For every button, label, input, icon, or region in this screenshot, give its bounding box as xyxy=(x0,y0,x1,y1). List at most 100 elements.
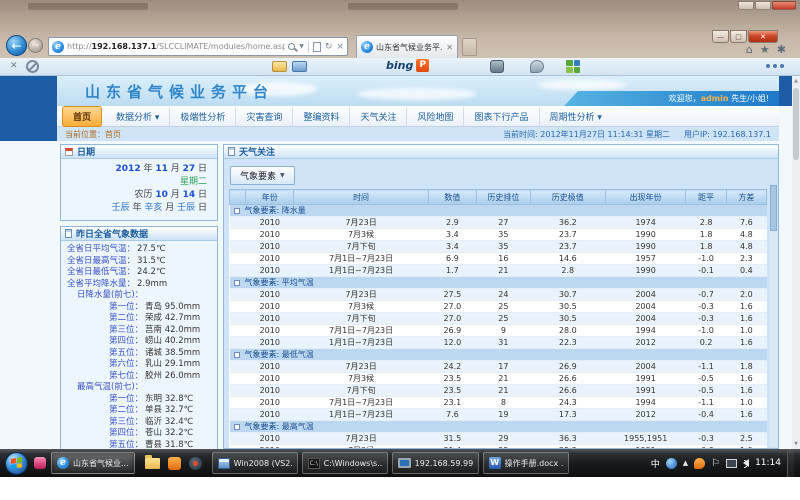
table-cell: 2.8 xyxy=(686,217,726,229)
pinned-app-icon[interactable] xyxy=(168,457,181,470)
tray-app-icon[interactable] xyxy=(666,458,677,469)
table-cell: -1.1 xyxy=(686,397,726,409)
scroll-up-icon[interactable]: ▲ xyxy=(792,76,800,86)
table-cell: 2.5 xyxy=(726,433,766,445)
table-cell: 23.5 xyxy=(428,385,476,397)
nav-item-weather-watch[interactable]: 天气关注 xyxy=(350,107,407,126)
more-actions-icon[interactable] xyxy=(766,64,770,68)
compatibility-view-icon[interactable] xyxy=(313,42,321,52)
browser-back-button[interactable]: ← xyxy=(6,35,27,56)
expand-checkbox[interactable] xyxy=(234,208,240,214)
hidden-icons-chevron[interactable]: ▲ xyxy=(683,459,688,467)
table-cell: 7月23日 xyxy=(294,289,428,301)
nav-item-periodic-analysis[interactable]: 周期性分析 ▾ xyxy=(540,107,612,126)
scroll-down-icon[interactable]: ▼ xyxy=(792,439,800,449)
show-desktop-button[interactable] xyxy=(787,449,794,477)
assistant-icon[interactable] xyxy=(530,60,544,73)
taskbar-task-button[interactable]: C:\C:\Windows\s... xyxy=(302,452,388,474)
table-cell: 24 xyxy=(477,289,531,301)
expand-checkbox[interactable] xyxy=(234,424,240,430)
maximize-icon[interactable] xyxy=(755,1,771,10)
ime-indicator[interactable]: 中 xyxy=(651,457,660,470)
word-icon: W xyxy=(489,457,501,469)
table-scrollbar[interactable] xyxy=(770,185,777,447)
favorites-star-icon[interactable]: ★ xyxy=(760,43,770,56)
weather-panel-header: 昨日全省气象数据 xyxy=(61,227,217,241)
address-bar[interactable]: e http://192.168.137.1/SLCCLIMATE/module… xyxy=(48,37,348,56)
table-cell: 16 xyxy=(477,253,531,265)
table-row: 20107月下旬27.02530.52004-0.31.6 xyxy=(230,313,767,325)
taskbar-task-button[interactable]: Win2008 (VS2... xyxy=(212,452,298,474)
table-cell: 2004 xyxy=(605,361,686,373)
nav-item-data-analysis[interactable]: 数据分析 ▾ xyxy=(106,107,170,126)
element-dropdown-button[interactable]: 气象要素▼ xyxy=(230,166,295,185)
table-group-row[interactable]: 气象要素: 平均气温 xyxy=(230,277,767,289)
maximize-icon[interactable]: ▢ xyxy=(730,30,747,43)
table-cell: -0.4 xyxy=(686,409,726,421)
browser-tab[interactable]: e 山东省气候业务平... ✕ xyxy=(356,35,458,58)
scrollbar-thumb[interactable] xyxy=(793,88,799,160)
browser-scrollbar[interactable]: ▲ ▼ xyxy=(792,76,800,449)
taskbar-ie-button[interactable]: e 山东省气候业... xyxy=(51,452,135,474)
expand-checkbox[interactable] xyxy=(234,352,240,358)
table-group-row[interactable]: 气象要素: 最低气温 xyxy=(230,349,767,361)
addons-icon[interactable] xyxy=(566,60,580,73)
url-text[interactable]: http://192.168.137.1/SLCCLIMATE/modules/… xyxy=(67,42,285,51)
camera-icon[interactable] xyxy=(490,60,504,73)
nav-item-home[interactable]: 首页 xyxy=(62,106,102,127)
home-icon[interactable]: ⌂ xyxy=(746,43,753,56)
refresh-icon[interactable]: ↻ xyxy=(325,42,333,52)
tray-app-icon[interactable] xyxy=(694,458,705,469)
blocked-content-icon[interactable] xyxy=(26,60,39,73)
minimize-icon[interactable]: — xyxy=(712,30,729,43)
action-center-flag-icon[interactable]: ⚐ xyxy=(711,458,720,469)
network-icon[interactable] xyxy=(726,459,737,468)
table-cell: -0.7 xyxy=(686,289,726,301)
terminal-icon: C:\ xyxy=(308,458,320,469)
expand-checkbox[interactable] xyxy=(234,280,240,286)
new-tab-button[interactable] xyxy=(462,38,477,56)
table-group-row[interactable]: 气象要素: 降水量 xyxy=(230,205,767,217)
browser-window-controls[interactable]: — ▢ ✕ xyxy=(712,30,778,43)
browser-forward-button[interactable]: → xyxy=(28,38,43,53)
stat-label: 全省日最高气温： xyxy=(67,256,135,268)
taskbar-clock[interactable]: 11:14 xyxy=(755,458,781,468)
table-cell: 1955,1951 xyxy=(605,433,686,445)
calendar-line: 壬辰 年 辛亥 月 壬辰 日 xyxy=(65,202,207,215)
scrollbar-thumb[interactable] xyxy=(770,185,777,231)
table-cell: 23.1 xyxy=(428,397,476,409)
table-cell: 29 xyxy=(477,433,531,445)
background-window-controls[interactable] xyxy=(738,1,796,10)
media-player-icon[interactable] xyxy=(189,457,202,470)
close-icon[interactable]: ✕ xyxy=(748,30,778,43)
minimize-icon[interactable] xyxy=(738,1,754,10)
mail-icon[interactable] xyxy=(292,61,307,72)
taskbar-task-button[interactable]: W操作手册.docx ... xyxy=(483,452,569,474)
toolbar-close-icon[interactable]: ✕ xyxy=(10,61,18,71)
bing-search-widget[interactable]: bing P xyxy=(386,59,429,72)
nav-item-compiled-data[interactable]: 整编资料 xyxy=(293,107,350,126)
table-group-row[interactable]: 气象要素: 最高气温 xyxy=(230,421,767,433)
nav-item-risk-map[interactable]: 风险地图 xyxy=(407,107,464,126)
stat-row: 全省日最低气温：24.2℃ xyxy=(67,267,215,279)
taskbar-task-button[interactable]: 192.168.59.99... xyxy=(392,452,479,474)
nav-item-chart-products[interactable]: 图表下行产品 xyxy=(464,107,539,126)
tab-close-icon[interactable]: ✕ xyxy=(446,43,453,52)
close-icon[interactable] xyxy=(772,1,796,10)
volume-icon[interactable] xyxy=(743,459,749,467)
webpage: 山东省气候业务平台 欢迎您，admin 先生/小姐! 首页数据分析 ▾极端性分析… xyxy=(0,76,792,449)
search-icon[interactable] xyxy=(288,43,295,50)
stop-icon[interactable]: × xyxy=(336,42,344,52)
payment-card-icon[interactable] xyxy=(272,61,287,72)
table-cell: 1.6 xyxy=(726,313,766,325)
table-cell: 2010 xyxy=(246,241,294,253)
start-button[interactable] xyxy=(5,452,28,475)
nav-item-extreme-analysis[interactable]: 极端性分析 xyxy=(170,107,236,126)
nav-item-disaster-query[interactable]: 灾害查询 xyxy=(236,107,293,126)
stat-value: 27.5℃ xyxy=(137,244,165,256)
chevron-down-icon[interactable]: ▼ xyxy=(299,43,304,50)
explorer-folder-icon[interactable] xyxy=(145,458,160,469)
pinned-app-icon[interactable] xyxy=(34,457,46,469)
table-cell: 1994 xyxy=(605,397,686,409)
settings-gear-icon[interactable]: ✱ xyxy=(777,43,786,56)
